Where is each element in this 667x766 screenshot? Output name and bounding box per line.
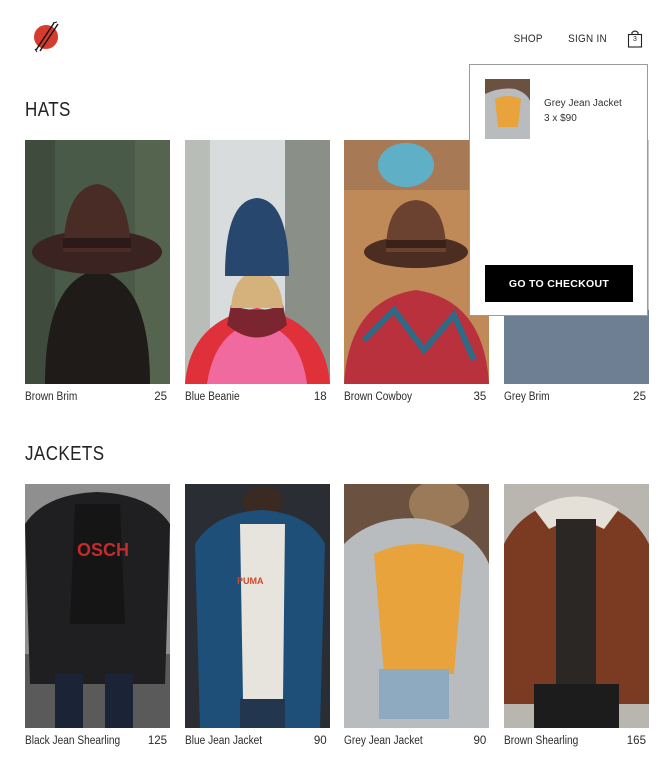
- product-price: 90: [473, 735, 487, 747]
- svg-text:PUMA: PUMA: [237, 576, 264, 586]
- product-card[interactable]: Brown Shearling 165: [503, 484, 649, 747]
- top-nav: SHOP SIGN IN 3: [490, 29, 643, 48]
- product-card[interactable]: Brown Brim 25: [25, 140, 170, 403]
- product-price: 25: [633, 391, 646, 403]
- product-name: Grey Brim: [503, 391, 550, 403]
- product-card[interactable]: PUMA Blue Jean Jacket 90: [184, 484, 330, 747]
- crown-logo-icon: [34, 21, 59, 53]
- product-name: Brown Brim: [25, 391, 78, 403]
- cart-item: Grey Jean Jacket 3 x $90: [485, 79, 622, 139]
- product-name: Black Jean Shearling: [25, 735, 121, 747]
- product-name: Grey Jean Jacket: [344, 735, 424, 747]
- product-price: 165: [626, 735, 646, 747]
- go-to-checkout-button[interactable]: GO TO CHECKOUT: [485, 265, 633, 302]
- product-name: Brown Shearling: [503, 735, 579, 747]
- section-title-hats[interactable]: HATS: [25, 99, 71, 122]
- product-image-grey-jean-jacket[interactable]: [344, 484, 490, 728]
- cart-dropdown: Grey Jean Jacket 3 x $90 GO TO CHECKOUT: [469, 64, 648, 316]
- product-price: 125: [147, 735, 167, 747]
- product-card[interactable]: OSCH Black Jean Shearling 125: [25, 484, 170, 747]
- product-price: 35: [473, 391, 487, 403]
- nav-sign-in-link[interactable]: SIGN IN: [568, 33, 607, 45]
- product-image-brown-brim[interactable]: [25, 140, 170, 384]
- cart-item-count: 3: [633, 36, 637, 43]
- product-price: 90: [313, 735, 327, 747]
- product-card[interactable]: Blue Beanie 18: [184, 140, 330, 403]
- product-image-brown-cowboy[interactable]: [344, 140, 490, 384]
- svg-text:OSCH: OSCH: [77, 540, 129, 560]
- product-card[interactable]: Brown Cowboy 35: [344, 140, 490, 403]
- cart-item-name: Grey Jean Jacket: [544, 98, 622, 109]
- product-name: Blue Beanie: [184, 391, 240, 403]
- product-image-black-jean-shearling[interactable]: OSCH: [25, 484, 170, 728]
- section-title-jackets[interactable]: JACKETS: [25, 443, 105, 466]
- jackets-grid: OSCH Black Jean Shearling 125 PUMA Blue J…: [25, 484, 649, 747]
- product-image-blue-beanie[interactable]: [184, 140, 330, 384]
- nav-shop-link[interactable]: SHOP: [513, 33, 542, 45]
- product-price: 18: [313, 391, 327, 403]
- product-image-brown-shearling[interactable]: [503, 484, 649, 728]
- product-card[interactable]: Grey Jean Jacket 90: [344, 484, 490, 747]
- cart-button[interactable]: 3: [627, 29, 643, 48]
- logo[interactable]: [31, 18, 63, 54]
- product-name: Blue Jean Jacket: [184, 735, 262, 747]
- cart-item-quantity-price: 3 x $90: [544, 113, 577, 124]
- product-image-blue-jean-jacket[interactable]: PUMA: [184, 484, 330, 728]
- product-price: 25: [154, 391, 167, 403]
- product-name: Brown Cowboy: [344, 391, 413, 403]
- cart-item-image: [485, 79, 530, 139]
